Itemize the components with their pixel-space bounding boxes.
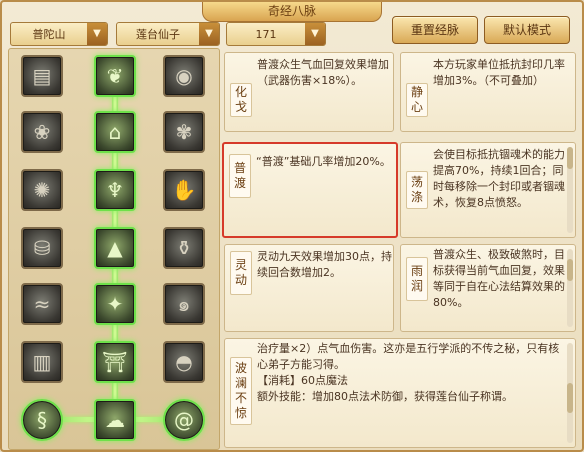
swirl-icon: ๑ (177, 292, 191, 316)
card-lingdong[interactable]: 灵动 灵动九天效果增加30点，持续回合数增加2。 (224, 244, 394, 332)
meridian-window: 奇经八脉 普陀山 ▼ 莲台仙子 ▼ 171 ▼ 重置经脉 默认模式 ▤ ❦ ◉ … (0, 0, 584, 452)
card-yurun[interactable]: 雨润 普渡众生、极致破煞时，目标获得当前气血回复，效果等同于自在心法结算效果的8… (400, 244, 576, 332)
scroll-icon: ▤ (32, 64, 52, 88)
card-name: 静心 (406, 83, 428, 117)
chevron-down-icon[interactable]: ▼ (305, 23, 325, 45)
card-huage[interactable]: 化戈 普渡众生气血回复效果增加（武器伤害×18%）。 (224, 52, 394, 132)
skill-slot[interactable]: ▲ (94, 227, 136, 269)
card-desc: 治疗量×2）点气血伤害。这亦是五行学派的不传之秘，只有核心弟子方能习得。 【消耗… (257, 342, 560, 403)
flame-icon: ✺ (33, 178, 51, 202)
skill-slot[interactable]: ♆ (94, 169, 136, 211)
skill-slot[interactable]: ▤ (21, 55, 63, 97)
pour-icon: ⛁ (33, 236, 51, 260)
orb-icon: ◉ (175, 64, 193, 88)
skill-slot[interactable]: ▥ (21, 341, 63, 383)
sect-dropdown[interactable]: 普陀山 ▼ (10, 22, 108, 46)
skill-slot[interactable]: ◓ (163, 341, 205, 383)
skill-slot[interactable]: ◉ (163, 55, 205, 97)
temple-icon: ⛩ (102, 350, 128, 374)
card-pudu[interactable]: 普渡 “普渡”基础几率增加20%。 (222, 142, 398, 238)
skill-slot[interactable]: ๑ (163, 283, 205, 325)
card-name: 化戈 (230, 83, 252, 117)
card-desc: 普渡众生、极致破煞时，目标获得当前气血回复，效果等同于自在心法结算效果的80%。 (433, 248, 565, 309)
figure-icon: ♆ (106, 178, 124, 202)
card-name: 雨润 (406, 257, 428, 301)
level-dropdown[interactable]: 171 ▼ (226, 22, 326, 46)
mountain-icon: ▲ (107, 236, 123, 260)
default-mode-button[interactable]: 默认模式 (484, 16, 570, 44)
scrollbar[interactable] (567, 147, 573, 233)
school-dropdown-value: 莲台仙子 (136, 28, 180, 41)
skill-slot[interactable]: ≈ (21, 283, 63, 325)
skill-slot[interactable]: ✾ (163, 111, 205, 153)
vase-icon: ⚱ (175, 236, 193, 260)
scrollbar[interactable] (567, 249, 573, 327)
skill-slot[interactable]: ❀ (21, 111, 63, 153)
card-desc: 本方玩家单位抵抗封印几率增加3%。（不可叠加） (433, 58, 565, 87)
sect-dropdown-value: 普陀山 (32, 28, 66, 41)
wave-icon: ≈ (33, 292, 51, 316)
skill-slot[interactable]: ⌂ (94, 111, 136, 153)
window-title: 奇经八脉 (202, 2, 382, 22)
card-desc: 普渡众生气血回复效果增加（武器伤害×18%）。 (257, 58, 389, 87)
pagoda-icon: ⌂ (108, 120, 122, 144)
dome-icon: ◓ (175, 350, 193, 374)
chevron-down-icon[interactable]: ▼ (87, 23, 107, 45)
card-desc: 会使目标抵抗锢魂术的能力提高70%，持续1回合；同时每移除一个封印或者锢魂术，恢… (433, 148, 565, 209)
skill-slot[interactable]: ✋ (163, 169, 205, 211)
paw-icon: ✾ (175, 120, 193, 144)
cloud-icon: ☁ (105, 408, 125, 432)
card-name: 荡涤 (406, 171, 428, 209)
lotus-icon: ❀ (33, 120, 51, 144)
card-name: 灵动 (230, 251, 252, 295)
card-name: 普渡 (229, 154, 251, 198)
skill-slot[interactable]: ❦ (94, 55, 136, 97)
skill-slot[interactable]: ✺ (21, 169, 63, 211)
scrollbar[interactable] (567, 343, 573, 443)
card-bolan[interactable]: 波澜不惊 治疗量×2）点气血伤害。这亦是五行学派的不传之秘，只有核心弟子方能习得… (224, 338, 576, 448)
skill-slot[interactable]: ☁ (94, 399, 136, 441)
skill-slot[interactable]: ✦ (94, 283, 136, 325)
card-dangdi[interactable]: 荡涤 会使目标抵抗锢魂术的能力提高70%，持续1回合；同时每移除一个封印或者锢魂… (400, 142, 576, 238)
serpent-icon: § (37, 408, 47, 432)
skill-slot[interactable]: ⛩ (94, 341, 136, 383)
dragon-icon: ✦ (106, 292, 124, 316)
hand-icon: ✋ (171, 178, 197, 202)
meridian-tree: ▤ ❦ ◉ ❀ ⌂ ✾ ✺ ♆ ✋ ⛁ ▲ ⚱ ≈ ✦ ๑ ▥ ⛩ ◓ § ☁ … (8, 48, 220, 450)
chevron-down-icon[interactable]: ▼ (199, 23, 219, 45)
skill-slot[interactable]: ⛁ (21, 227, 63, 269)
book-icon: ▥ (32, 350, 52, 374)
skill-slot[interactable]: § (21, 399, 63, 441)
reset-meridian-button[interactable]: 重置经脉 (392, 16, 478, 44)
school-dropdown[interactable]: 莲台仙子 ▼ (116, 22, 220, 46)
skill-slot[interactable]: @ (163, 399, 205, 441)
card-desc: 灵动九天效果增加30点，持续回合数增加2。 (257, 250, 392, 279)
skill-slot[interactable]: ⚱ (163, 227, 205, 269)
vine-icon: ❦ (106, 64, 124, 88)
card-jingxin[interactable]: 静心 本方玩家单位抵抗封印几率增加3%。（不可叠加） (400, 52, 576, 132)
card-desc: “普渡”基础几率增加20%。 (256, 155, 391, 168)
card-name: 波澜不惊 (230, 357, 252, 425)
level-dropdown-value: 171 (255, 27, 277, 41)
swirl-round-icon: @ (174, 408, 194, 432)
